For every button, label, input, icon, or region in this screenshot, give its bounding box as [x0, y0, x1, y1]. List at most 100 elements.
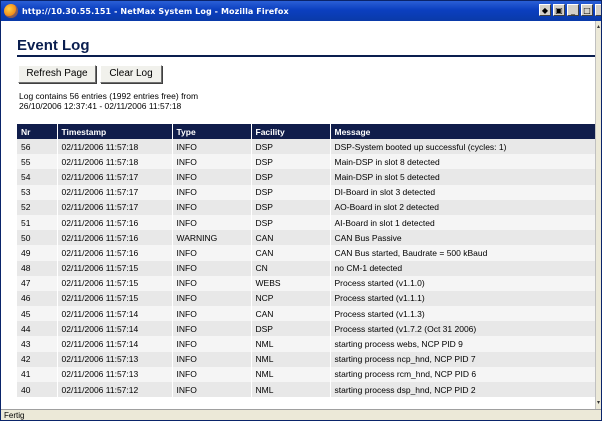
cell-timestamp: 02/11/2006 11:57:12	[57, 382, 173, 398]
cell-timestamp: 02/11/2006 11:57:16	[57, 245, 173, 261]
cell-facility: DSP	[251, 139, 331, 155]
cell-facility: NML	[251, 366, 331, 382]
cell-facility: CN	[251, 260, 331, 276]
table-row: 45 02/11/2006 11:57:14 INFO CAN Process star…	[17, 306, 595, 322]
cell-timestamp: 02/11/2006 11:57:16	[57, 230, 173, 246]
log-summary-line-1: Log contains 56 entries (1992 entries fr…	[19, 91, 199, 101]
cell-message: no CM-1 detected	[330, 260, 595, 276]
vertical-scrollbar[interactable]: ▴ ▾	[595, 21, 601, 409]
cell-timestamp: 02/11/2006 11:57:17	[57, 199, 173, 215]
cell-type: INFO	[172, 154, 252, 170]
table-row: 55 02/11/2006 11:57:18 INFO DSP Main-DSP in …	[17, 154, 595, 170]
cell-type: INFO	[172, 139, 252, 155]
close-button-partial[interactable]	[595, 4, 601, 16]
cell-nr: 50	[17, 230, 58, 246]
table-row: 44 02/11/2006 11:57:14 INFO DSP Process star…	[17, 321, 595, 337]
event-log-table: Nr Timestamp Type Facility Message 56 02/…	[17, 124, 595, 398]
column-header-type: Type	[172, 124, 252, 139]
cell-type: INFO	[172, 306, 252, 322]
table-row: 56 02/11/2006 11:57:18 INFO DSP DSP-System b…	[17, 139, 595, 155]
cell-timestamp: 02/11/2006 11:57:14	[57, 336, 173, 352]
cell-message: CAN Bus Passive	[330, 230, 595, 246]
cell-timestamp: 02/11/2006 11:57:13	[57, 366, 173, 382]
column-header-nr: Nr	[17, 124, 58, 139]
cell-facility: NCP	[251, 290, 331, 307]
cell-timestamp: 02/11/2006 11:57:18	[57, 154, 173, 170]
cell-timestamp: 02/11/2006 11:57:15	[57, 260, 173, 276]
table-row: 48 02/11/2006 11:57:15 INFO CN no CM-1 detec…	[17, 260, 595, 276]
status-bar: Fertig	[1, 409, 601, 420]
cell-facility: WEBS	[251, 275, 331, 291]
cell-nr: 40	[17, 382, 58, 398]
clear-log-button[interactable]: Clear Log	[100, 65, 162, 83]
table-row: 50 02/11/2006 11:57:16 WARNING CAN CAN Bus P…	[17, 230, 595, 246]
table-row: 52 02/11/2006 11:57:17 INFO DSP AO-Board in …	[17, 199, 595, 215]
cell-message: DSP-System booted up successful (cycles:…	[330, 139, 595, 155]
table-row: 54 02/11/2006 11:57:17 INFO DSP Main-DSP in …	[17, 169, 595, 185]
cell-facility: DSP	[251, 169, 331, 185]
cell-facility: DSP	[251, 321, 331, 337]
cell-facility: CAN	[251, 230, 331, 246]
cell-message: AO-Board in slot 2 detected	[330, 199, 595, 215]
restore-icon[interactable]: ◆	[539, 4, 551, 16]
window-title: http://10.30.55.151 - NetMax System Log …	[22, 6, 289, 16]
title-bar[interactable]: http://10.30.55.151 - NetMax System Log …	[1, 1, 601, 21]
cell-message: DI-Board in slot 3 detected	[330, 184, 595, 200]
cell-nr: 42	[17, 351, 58, 367]
cell-type: INFO	[172, 184, 252, 200]
cell-nr: 43	[17, 336, 58, 352]
cell-message: Process started (v1.1.0)	[330, 275, 595, 291]
cell-timestamp: 02/11/2006 11:57:14	[57, 321, 173, 337]
cell-message: starting process dsp_hnd, NCP PID 2	[330, 382, 595, 398]
close-icon[interactable]: □	[581, 4, 593, 16]
cell-nr: 47	[17, 275, 58, 291]
cell-type: INFO	[172, 199, 252, 215]
table-row: 46 02/11/2006 11:57:15 INFO NCP Process star…	[17, 290, 595, 307]
cell-message: Process started (v1.7.2 (Oct 31 2006)	[330, 321, 595, 337]
cell-nr: 56	[17, 139, 58, 155]
column-header-message: Message	[330, 124, 595, 139]
cell-facility: DSP	[251, 199, 331, 215]
table-body: 56 02/11/2006 11:57:18 INFO DSP DSP-System b…	[17, 139, 595, 398]
cell-timestamp: 02/11/2006 11:57:18	[57, 139, 173, 155]
cell-nr: 55	[17, 154, 58, 170]
cell-type: INFO	[172, 169, 252, 185]
cell-nr: 49	[17, 245, 58, 261]
scroll-up-icon[interactable]: ▴	[596, 23, 601, 31]
refresh-page-button[interactable]: Refresh Page	[18, 65, 96, 83]
cell-type: INFO	[172, 321, 252, 337]
table-row: 41 02/11/2006 11:57:13 INFO NML starting pro…	[17, 366, 595, 382]
cell-message: starting process webs, NCP PID 9	[330, 336, 595, 352]
log-summary-line-2: 26/10/2006 12:37:41 - 02/11/2006 11:57:1…	[19, 101, 182, 111]
cell-nr: 54	[17, 169, 58, 185]
cell-message: CAN Bus started, Baudrate = 500 kBaud	[330, 245, 595, 261]
cell-type: INFO	[172, 382, 252, 398]
minimize-icon[interactable]: ▣	[553, 4, 565, 16]
cell-nr: 41	[17, 366, 58, 382]
cell-nr: 48	[17, 260, 58, 276]
cell-nr: 44	[17, 321, 58, 337]
cell-type: INFO	[172, 275, 252, 291]
page-title: Event Log	[17, 37, 90, 54]
browser-window: http://10.30.55.151 - NetMax System Log …	[0, 0, 602, 421]
scroll-down-icon[interactable]: ▾	[596, 399, 601, 407]
table-row: 49 02/11/2006 11:57:16 INFO CAN CAN Bus star…	[17, 245, 595, 261]
maximize-icon[interactable]: _	[567, 4, 579, 16]
table-row: 51 02/11/2006 11:57:16 INFO DSP AI-Board in …	[17, 214, 595, 231]
cell-type: WARNING	[172, 230, 252, 246]
cell-type: INFO	[172, 245, 252, 261]
cell-message: starting process rcm_hnd, NCP PID 6	[330, 366, 595, 382]
log-summary: Log contains 56 entries (1992 entries fr…	[19, 91, 198, 111]
table-row: 43 02/11/2006 11:57:14 INFO NML starting pro…	[17, 336, 595, 352]
cell-facility: CAN	[251, 245, 331, 261]
cell-type: INFO	[172, 351, 252, 367]
window-controls: ◆ ▣ _ □	[539, 4, 601, 16]
cell-message: Process started (v1.1.1)	[330, 290, 595, 307]
cell-type: INFO	[172, 290, 252, 307]
cell-facility: DSP	[251, 154, 331, 170]
cell-message: Process started (v1.1.3)	[330, 306, 595, 322]
table-row: 53 02/11/2006 11:57:17 INFO DSP DI-Board in …	[17, 184, 595, 200]
table-row: 42 02/11/2006 11:57:13 INFO NML starting pro…	[17, 351, 595, 367]
cell-type: INFO	[172, 260, 252, 276]
cell-timestamp: 02/11/2006 11:57:15	[57, 290, 173, 307]
